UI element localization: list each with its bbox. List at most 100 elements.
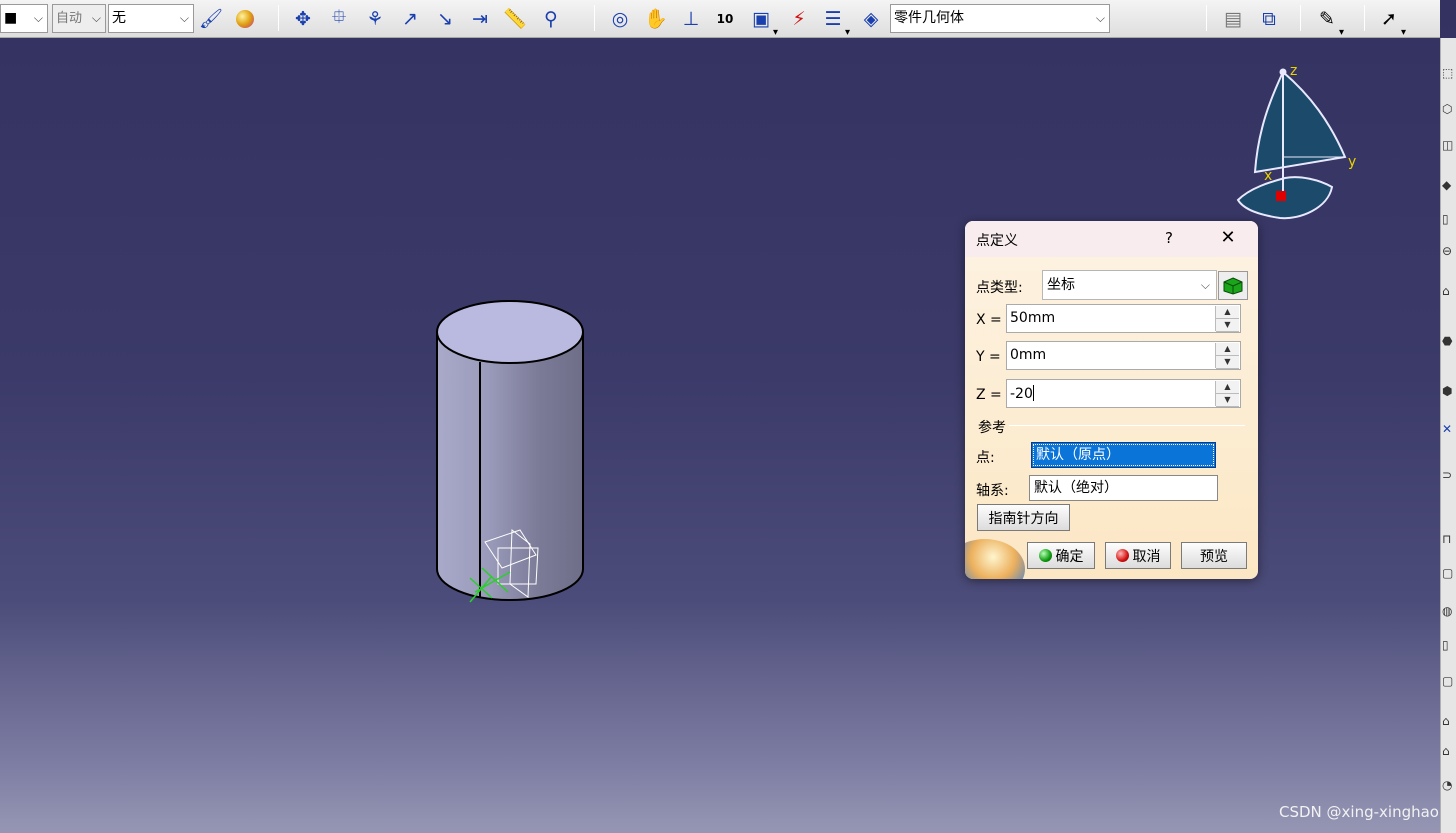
compass-z-label: z xyxy=(1290,63,1298,79)
snap-icon[interactable]: ⚡ xyxy=(784,3,814,34)
x-coordinate-field[interactable]: 50mm ▲ ▼ xyxy=(1006,304,1241,333)
reference-point-label: 点: xyxy=(976,450,995,466)
tool-icon[interactable]: ⊖ xyxy=(1442,244,1456,262)
point-type-select[interactable]: 坐标 ⌵ xyxy=(1042,270,1217,300)
compass-widget[interactable]: z y x xyxy=(1230,60,1370,229)
tool-icon[interactable]: ◍ xyxy=(1442,604,1456,622)
tool-icon[interactable]: ◆ xyxy=(1442,178,1456,196)
y-spinner[interactable]: ▲ ▼ xyxy=(1215,343,1239,369)
point-type-value: 坐标 xyxy=(1047,277,1075,293)
inertia-icon[interactable]: ⚲ xyxy=(536,3,566,34)
close-button[interactable]: ✕ xyxy=(1219,227,1237,248)
tool-icon[interactable]: ⬢ xyxy=(1442,384,1456,402)
tool-icon[interactable]: ▯ xyxy=(1442,638,1456,656)
x-value: 50mm xyxy=(1010,310,1056,326)
tool-icon[interactable]: ⌂ xyxy=(1442,284,1456,302)
help-button[interactable]: ? xyxy=(1165,229,1173,247)
pan-icon[interactable]: ✥ xyxy=(288,3,318,34)
chevron-down-icon: ⌵ xyxy=(179,11,189,25)
tool-icon[interactable]: ◔ xyxy=(1442,778,1456,796)
tool-icon[interactable]: ▯ xyxy=(1442,212,1456,230)
dialog-title: 点定义 xyxy=(976,233,1018,249)
tool-icon[interactable]: ⌂ xyxy=(1442,714,1456,732)
list-icon[interactable]: ☰ xyxy=(818,3,850,39)
watermark: CSDN @xing-xinghao xyxy=(1279,803,1439,821)
align-icon[interactable]: ▤ xyxy=(1218,3,1248,34)
tool-icon[interactable]: ⬡ xyxy=(1442,102,1456,120)
sketch-icon[interactable]: ✎ xyxy=(1312,3,1344,39)
axis-system-value: 默认（绝对） xyxy=(1034,480,1118,496)
tool-icon[interactable]: ✕ xyxy=(1442,422,1456,440)
z-spinner[interactable]: ▲ ▼ xyxy=(1215,381,1239,407)
toolbar-separator xyxy=(278,5,279,31)
ok-light-icon xyxy=(1038,549,1052,562)
line-type-combo-value: 自动 xyxy=(56,11,83,26)
tool-icon[interactable]: ⬣ xyxy=(1442,334,1456,352)
hide-show-icon[interactable]: ⚘ xyxy=(360,3,390,34)
toolbar-separator xyxy=(594,5,595,31)
hand-icon[interactable]: ✋ xyxy=(641,3,671,34)
cancel-button[interactable]: 取消 xyxy=(1105,542,1171,569)
plane-icon[interactable]: ▣ xyxy=(746,3,778,39)
body-combo[interactable]: 零件几何体 ⌵ xyxy=(890,4,1110,33)
body-combo-value: 零件几何体 xyxy=(894,10,964,26)
paintbrush-icon[interactable]: 🖌 xyxy=(196,3,226,34)
cylinder-model[interactable] xyxy=(430,292,600,622)
tool-icon[interactable]: ⊓ xyxy=(1442,532,1456,550)
text-caret xyxy=(1032,385,1034,401)
y-coordinate-field[interactable]: 0mm ▲ ▼ xyxy=(1006,341,1241,370)
tool-icon[interactable]: ⌂ xyxy=(1442,744,1456,762)
tool-icon[interactable]: ▢ xyxy=(1442,566,1456,584)
select-arrow-icon[interactable]: ➚ xyxy=(1374,3,1406,39)
color-combo[interactable]: ■ ⌵ xyxy=(0,4,48,33)
x-label: X = xyxy=(976,312,1002,328)
frame-icon[interactable]: ⧉ xyxy=(1254,3,1284,34)
axis-system-field[interactable]: 默认（绝对） xyxy=(1029,475,1218,501)
binary-icon[interactable]: 10 xyxy=(710,3,740,34)
chevron-down-icon: ⌵ xyxy=(1095,11,1105,25)
apply-material-icon[interactable] xyxy=(230,3,260,34)
line-type-combo[interactable]: 自动 ⌵ xyxy=(52,4,106,33)
tool-icon[interactable]: ▢ xyxy=(1442,674,1456,692)
body-icon[interactable]: ◈ xyxy=(856,3,886,34)
ok-button[interactable]: 确定 xyxy=(1027,542,1095,569)
measure-between-icon[interactable]: ⇥ xyxy=(465,3,495,34)
cube-icon xyxy=(1223,276,1243,295)
preview-label: 预览 xyxy=(1200,548,1228,565)
reference-point-field[interactable]: 默认（原点） xyxy=(1031,442,1216,468)
toolbar-separator xyxy=(1364,5,1365,31)
point-icon[interactable]: ↗ xyxy=(395,3,425,34)
layer-combo-value: 无 xyxy=(112,10,126,26)
tool-icon[interactable]: ◫ xyxy=(1442,138,1456,156)
axis-system-icon[interactable]: ⊥ xyxy=(676,3,706,34)
cancel-label: 取消 xyxy=(1132,548,1161,565)
toolbar-separator xyxy=(1300,5,1301,31)
chevron-down-icon: ⌵ xyxy=(1200,278,1210,292)
tool-icon[interactable]: ⬚ xyxy=(1442,66,1456,84)
reference-group-label: 参考 xyxy=(978,420,1006,436)
fit-all-icon[interactable]: ⯐ xyxy=(324,3,354,34)
chevron-down-icon: ⌵ xyxy=(91,11,101,25)
z-value: -20 xyxy=(1010,386,1033,402)
compass-y-label: y xyxy=(1348,154,1357,170)
toolbar-separator xyxy=(1206,5,1207,31)
dialog-titlebar[interactable]: 点定义 ? ✕ xyxy=(965,221,1258,257)
z-coordinate-field[interactable]: -20 ▲ ▼ xyxy=(1006,379,1241,408)
layer-combo[interactable]: 无 ⌵ xyxy=(108,4,194,33)
line-icon[interactable]: ↘ xyxy=(430,3,460,34)
x-spinner[interactable]: ▲ ▼ xyxy=(1215,306,1239,332)
ok-label: 确定 xyxy=(1055,548,1084,565)
reference-point-value: 默认（原点） xyxy=(1036,447,1120,463)
compass-direction-label: 指南针方向 xyxy=(988,510,1059,527)
chevron-down-icon: ⌵ xyxy=(33,11,43,25)
z-label: Z = xyxy=(976,387,1002,403)
preview-button[interactable]: 预览 xyxy=(1181,542,1247,569)
top-toolbar: ■ ⌵ 自动 ⌵ 无 ⌵ 🖌 ✥ ⯐ ⚘ ↗ ↘ ⇥ 📏 ⚲ ◎ ✋ ⊥ 10 … xyxy=(0,0,1440,38)
compass-direction-button[interactable]: 指南针方向 xyxy=(977,504,1070,531)
point-definition-dialog: 点定义 ? ✕ 点类型: 坐标 ⌵ X = 50mm ▲ ▼ Y = 0mm ▲ ▼… xyxy=(965,221,1258,579)
spiral-icon[interactable]: ◎ xyxy=(605,3,635,34)
measure-item-icon[interactable]: 📏 xyxy=(500,3,530,34)
point-type-lock-button[interactable] xyxy=(1218,271,1248,300)
axis-system-label: 轴系: xyxy=(976,483,1009,499)
tool-icon[interactable]: ⊃ xyxy=(1442,468,1456,486)
